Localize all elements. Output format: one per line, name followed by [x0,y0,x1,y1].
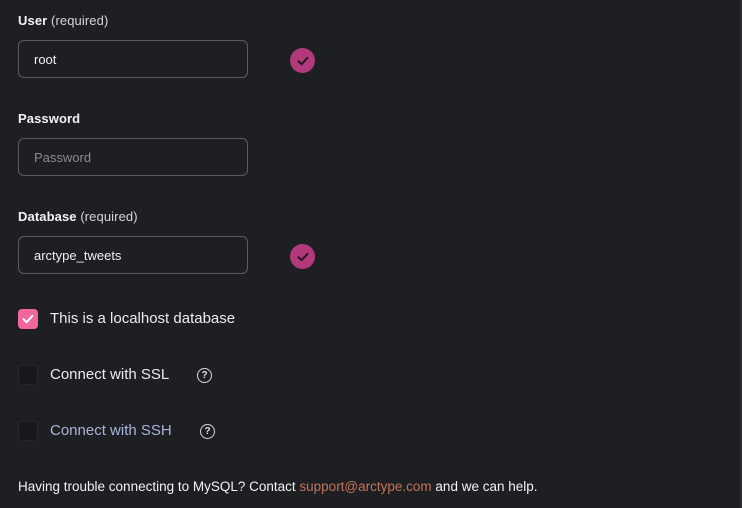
database-label: Database (required) [18,209,138,224]
user-input[interactable] [18,40,248,78]
user-label-text: User [18,13,48,28]
ssl-checkbox[interactable] [18,365,38,385]
help-footer: Having trouble connecting to MySQL? Cont… [18,479,538,494]
database-input[interactable] [18,236,248,274]
localhost-checkbox-label[interactable]: This is a localhost database [50,310,235,327]
ssh-help-icon[interactable]: ? [200,424,215,439]
support-email-link[interactable]: support@arctype.com [299,479,431,494]
ssh-checkbox-label[interactable]: Connect with SSH [50,422,172,439]
password-label: Password [18,111,80,126]
check-icon [22,314,34,324]
password-input[interactable] [18,138,248,176]
database-valid-check-icon [290,244,315,269]
ssl-checkbox-label[interactable]: Connect with SSL [50,366,169,383]
ssh-checkbox[interactable] [18,421,38,441]
footer-text-before: Having trouble connecting to MySQL? Cont… [18,479,300,494]
footer-text-after: and we can help. [431,479,538,494]
user-required-text: (required) [51,13,109,28]
password-label-text: Password [18,111,81,126]
ssl-help-icon[interactable]: ? [197,368,212,383]
database-required-text: (required) [80,209,138,224]
database-label-text: Database [18,209,77,224]
localhost-checkbox[interactable] [18,309,38,329]
user-valid-check-icon [290,48,315,73]
user-label: User (required) [18,13,108,28]
